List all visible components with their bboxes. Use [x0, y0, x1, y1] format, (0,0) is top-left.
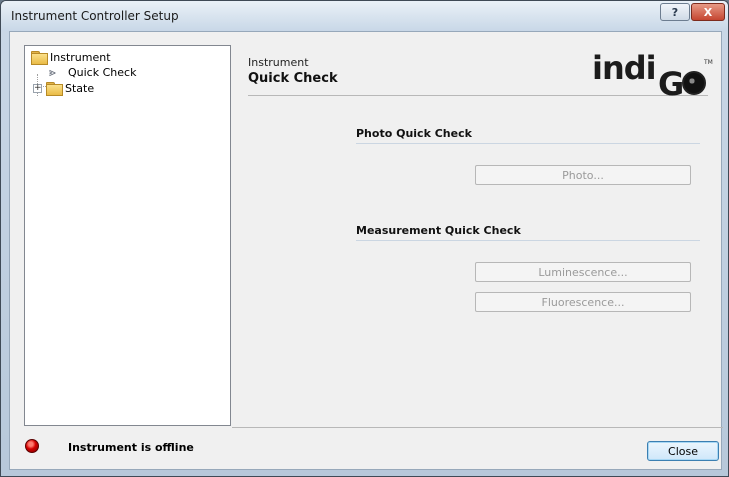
dialog-client-area: Instrument ⪢ Quick Check + State Instrum…: [9, 31, 723, 470]
photo-button[interactable]: Photo...: [475, 165, 691, 185]
expand-icon[interactable]: +: [33, 83, 42, 93]
trademark-mark: TM: [704, 59, 713, 66]
tree-item-instrument[interactable]: Instrument: [31, 49, 111, 65]
section-kicker: Instrument: [248, 56, 309, 69]
luminescence-button[interactable]: Luminescence...: [475, 262, 691, 282]
status-led-icon: [25, 439, 39, 453]
window-title: Instrument Controller Setup: [11, 9, 179, 23]
group-divider: [356, 143, 700, 144]
navigation-tree[interactable]: Instrument ⪢ Quick Check + State: [24, 45, 231, 426]
tree-item-label: Quick Check: [68, 65, 137, 79]
close-button[interactable]: Close: [647, 441, 719, 461]
page-title: Quick Check: [248, 71, 338, 86]
tree-item-state[interactable]: + State: [33, 80, 94, 96]
photo-quick-check-heading: Photo Quick Check: [356, 127, 472, 140]
folder-icon: [31, 51, 48, 65]
tree-item-label: State: [65, 81, 95, 95]
status-text: Instrument is offline: [68, 441, 194, 454]
tree-item-label: Instrument: [50, 50, 111, 64]
folder-icon: [46, 82, 63, 96]
fluorescence-button[interactable]: Fluorescence...: [475, 292, 691, 312]
dialog-window: Instrument Controller Setup ? X Instrume…: [0, 0, 729, 477]
double-chevron-icon: ⪢: [49, 65, 56, 79]
window-close-button[interactable]: X: [691, 3, 725, 21]
indigo-logo: indi G TM: [592, 49, 713, 103]
logo-mark: G: [658, 65, 685, 103]
logo-text: indi: [592, 49, 657, 87]
tree-item-quick-check[interactable]: ⪢ Quick Check: [49, 64, 136, 80]
group-divider: [356, 240, 700, 241]
footer-divider: [232, 427, 723, 428]
measurement-quick-check-heading: Measurement Quick Check: [356, 224, 521, 237]
help-button[interactable]: ?: [660, 3, 690, 21]
iris-icon: [682, 71, 706, 95]
titlebar: Instrument Controller Setup ? X: [1, 1, 728, 31]
